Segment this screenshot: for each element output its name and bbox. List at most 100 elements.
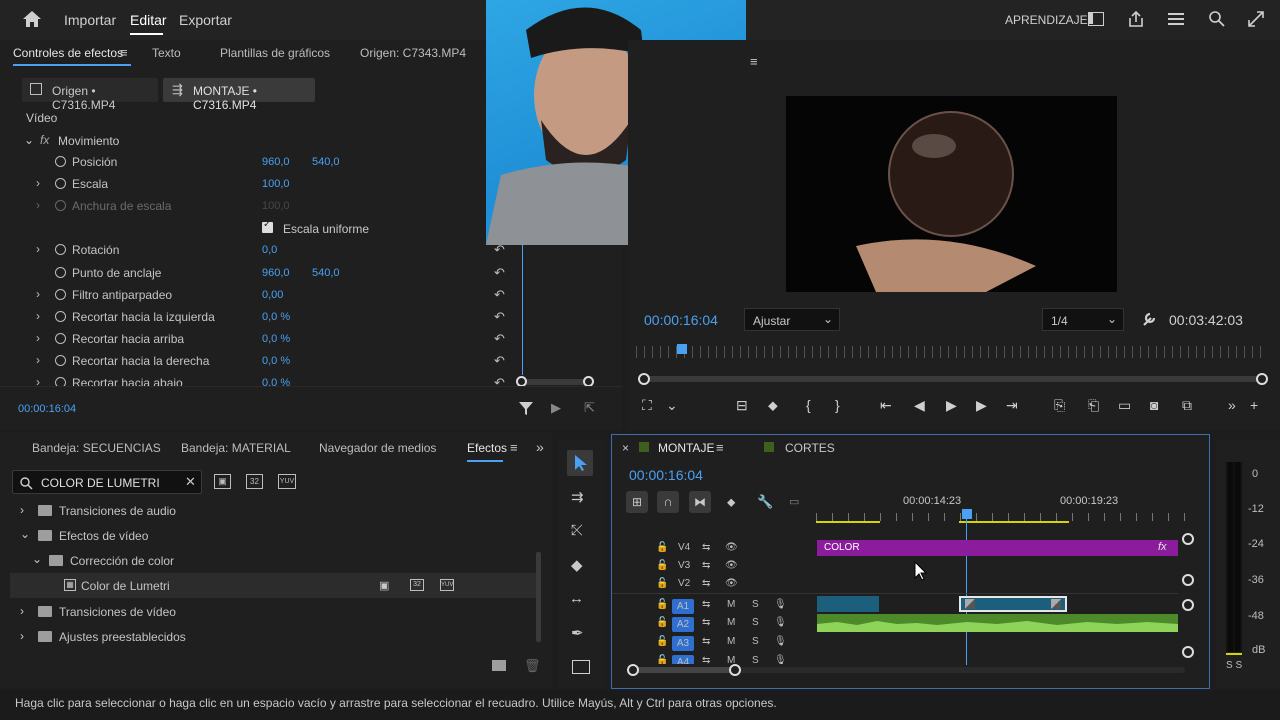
property-value-y[interactable]: 540,0 bbox=[312, 267, 340, 279]
program-zoom-scrollbar[interactable] bbox=[638, 373, 1268, 385]
reset-icon[interactable]: ↶ bbox=[494, 287, 505, 303]
program-playhead[interactable] bbox=[677, 344, 687, 354]
property-value-x[interactable]: 960,0 bbox=[262, 267, 290, 279]
safe-margins-icon[interactable]: ⛶ bbox=[642, 397, 652, 414]
property-value[interactable]: 100,0 bbox=[262, 178, 290, 190]
lock-icon[interactable]: 🔓 bbox=[656, 542, 668, 553]
checkbox-checked[interactable]: ✓ bbox=[262, 219, 273, 233]
microphone-icon[interactable]: 🎙 bbox=[774, 599, 787, 610]
horizontal-scrollbar[interactable] bbox=[627, 664, 1185, 676]
stopwatch-icon[interactable] bbox=[55, 267, 66, 278]
stopwatch-icon[interactable] bbox=[55, 244, 66, 255]
close-tab-icon[interactable]: × bbox=[622, 441, 629, 455]
tab-menu-icon[interactable]: ≡ bbox=[510, 440, 518, 455]
sync-icon[interactable]: ⇆ bbox=[702, 636, 710, 647]
tree-item[interactable]: ⌄ Efectos de vídeo bbox=[0, 523, 540, 548]
lock-icon[interactable]: 🔓 bbox=[656, 636, 668, 647]
tab-text[interactable]: Texto bbox=[152, 46, 181, 60]
clear-icon[interactable]: ✕ bbox=[185, 474, 196, 490]
marker-icon[interactable]: ⬥ bbox=[768, 397, 778, 414]
chevron-down-icon[interactable]: ⌄ bbox=[666, 397, 678, 414]
property-value[interactable]: 0,0 bbox=[262, 244, 277, 256]
property-value-y[interactable]: 540,0 bbox=[312, 156, 340, 168]
tab-menu-icon[interactable]: ≡ bbox=[120, 45, 128, 60]
tab-effect-controls[interactable]: Controles de efectos bbox=[13, 46, 123, 60]
nav-export[interactable]: Exportar bbox=[179, 12, 232, 28]
go-to-in-icon[interactable]: ⇤ bbox=[880, 397, 892, 414]
tab-cortes[interactable]: CORTES bbox=[785, 441, 835, 455]
expand-arrow[interactable]: › bbox=[36, 375, 40, 386]
ec-zoom-scrollbar[interactable] bbox=[516, 376, 594, 387]
tab-graphic-templates[interactable]: Plantillas de gráficos bbox=[220, 46, 330, 60]
captions-icon[interactable]: ▭ bbox=[789, 495, 799, 508]
property-value[interactable]: 0,0 % bbox=[262, 355, 290, 367]
add-button-icon[interactable]: + bbox=[1250, 397, 1258, 413]
mute-button[interactable]: M bbox=[727, 636, 735, 647]
tree-item[interactable]: › Transiciones de audio bbox=[0, 498, 540, 523]
linked-selection-icon[interactable]: ⧓ bbox=[689, 491, 711, 513]
track-select-tool-icon[interactable]: ⇉ bbox=[571, 488, 584, 506]
mark-in-icon[interactable]: { bbox=[806, 397, 811, 413]
stopwatch-icon[interactable] bbox=[55, 355, 66, 366]
more-controls-icon[interactable]: » bbox=[1228, 397, 1236, 413]
nest-toggle-icon[interactable]: ⊞ bbox=[626, 491, 648, 513]
go-to-out-icon[interactable]: ⇥ bbox=[1006, 397, 1018, 414]
sync-icon[interactable]: ⇆ bbox=[702, 617, 710, 628]
mark-out-icon[interactable]: } bbox=[835, 397, 840, 413]
stopwatch-icon[interactable] bbox=[55, 156, 66, 167]
collapse-arrow[interactable]: ⌄ bbox=[32, 552, 42, 566]
timeline-ruler[interactable] bbox=[816, 513, 1188, 521]
stopwatch-icon[interactable] bbox=[55, 311, 66, 322]
reset-icon[interactable]: ↶ bbox=[494, 375, 505, 386]
effects-search-input[interactable]: COLOR DE LUMETRI ✕ bbox=[12, 470, 202, 494]
home-icon[interactable] bbox=[22, 10, 42, 28]
nav-import[interactable]: Importar bbox=[64, 12, 116, 28]
expand-arrow[interactable]: › bbox=[36, 242, 40, 256]
expand-arrow[interactable]: › bbox=[36, 198, 40, 212]
expand-arrow[interactable]: › bbox=[20, 629, 24, 643]
property-value[interactable]: 0,0 % bbox=[262, 377, 290, 386]
property-value-x[interactable]: 960,0 bbox=[262, 156, 290, 168]
expand-arrow[interactable]: › bbox=[36, 353, 40, 367]
solo-buttons[interactable]: S S bbox=[1226, 660, 1242, 671]
fit-dropdown[interactable]: Ajustar ⌄ bbox=[744, 308, 840, 331]
snap-icon[interactable]: ∩ bbox=[657, 491, 679, 513]
sync-icon[interactable]: ⇆ bbox=[702, 655, 710, 664]
tab-bin-sequences[interactable]: Bandeja: SECUENCIAS bbox=[32, 441, 161, 455]
filter-icon[interactable] bbox=[518, 401, 534, 416]
eye-icon[interactable]: 👁 bbox=[725, 542, 738, 553]
mute-button[interactable]: M bbox=[727, 617, 735, 628]
timeline-playhead-head[interactable] bbox=[962, 509, 972, 519]
fx-badge[interactable]: fx bbox=[40, 133, 49, 147]
nav-edit[interactable]: Editar bbox=[130, 12, 167, 28]
timeline-timecode[interactable]: 00:00:16:04 bbox=[629, 467, 703, 483]
step-forward-icon[interactable]: ▶ bbox=[976, 397, 987, 414]
source-chip[interactable]: Origen • C7316.MP4 bbox=[22, 78, 158, 112]
slip-tool-icon[interactable]: ↔ bbox=[569, 590, 584, 607]
stopwatch-icon[interactable] bbox=[55, 377, 66, 386]
sync-icon[interactable]: ⇆ bbox=[702, 560, 710, 571]
expand-arrow[interactable]: › bbox=[20, 604, 24, 618]
ec-timecode[interactable]: 00:00:16:04 bbox=[18, 403, 76, 415]
expand-arrow[interactable]: › bbox=[36, 331, 40, 345]
ripple-edit-tool-icon[interactable]: ⤪ bbox=[571, 522, 583, 539]
reset-icon[interactable]: ↶ bbox=[494, 353, 505, 369]
accelerated-effects-icon[interactable]: ▣ bbox=[214, 474, 231, 489]
trash-icon[interactable]: 🗑 bbox=[524, 658, 541, 674]
pen-tool-icon[interactable]: ✒ bbox=[571, 624, 584, 642]
microphone-icon[interactable]: 🎙 bbox=[774, 655, 787, 664]
solo-button[interactable]: S bbox=[752, 617, 759, 628]
razor-tool-icon[interactable]: ◆ bbox=[571, 556, 583, 574]
tree-item[interactable]: › Transiciones de vídeo bbox=[0, 599, 540, 624]
expand-arrow[interactable]: › bbox=[36, 309, 40, 323]
solo-button[interactable]: S bbox=[752, 655, 759, 664]
eye-icon[interactable]: 👁 bbox=[725, 578, 738, 589]
expand-arrow[interactable]: › bbox=[36, 287, 40, 301]
tab-bin-material[interactable]: Bandeja: MATERIAL bbox=[181, 441, 291, 455]
mute-button[interactable]: M bbox=[727, 599, 735, 610]
expand-arrow[interactable]: › bbox=[20, 503, 24, 517]
tab-effects[interactable]: Efectos bbox=[467, 441, 507, 455]
collapse-arrow[interactable]: ⌄ bbox=[24, 133, 34, 147]
learn-link[interactable]: APRENDIZAJE bbox=[1005, 13, 1088, 27]
yuv-icon[interactable]: YUV bbox=[278, 474, 296, 489]
